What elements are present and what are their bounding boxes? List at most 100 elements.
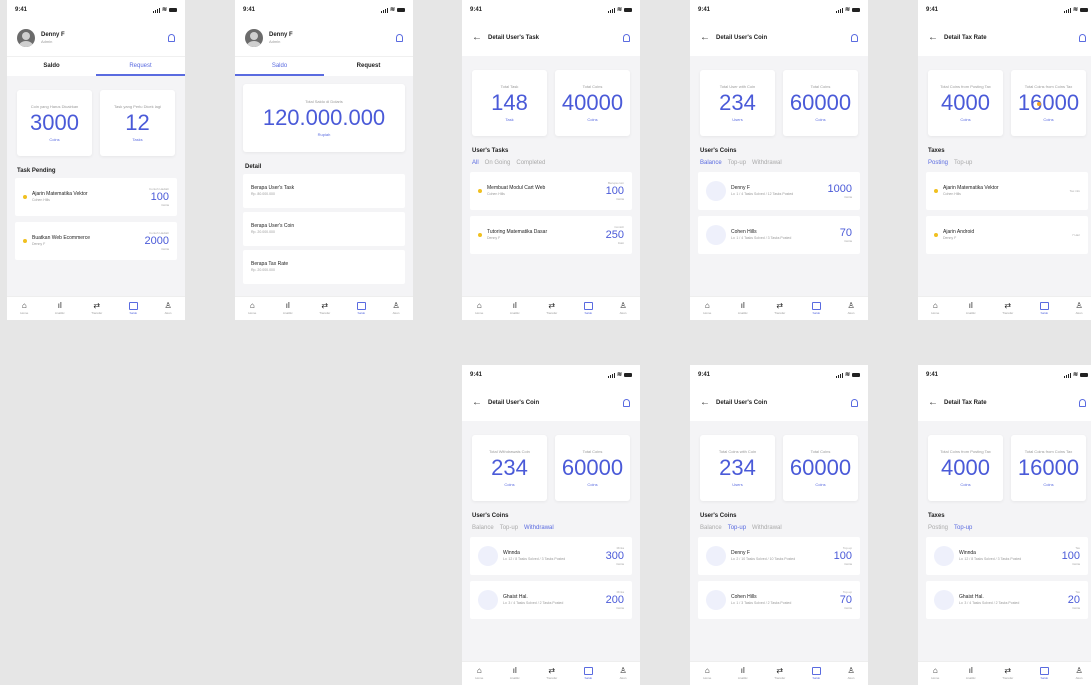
list-item[interactable]: Tutoring Matematika Dasar Denny F Contoh…	[470, 216, 632, 254]
nav-transfer[interactable]: ⇄ Transfer	[91, 301, 102, 316]
filter-withdrawal[interactable]: Withdrawal	[752, 160, 782, 166]
tab-saldo[interactable]: Saldo	[235, 57, 324, 76]
list-item[interactable]: Cohen Hills Lv. 1 / 3 Tasks Solved / 2 T…	[698, 581, 860, 619]
filter-top-up[interactable]: Top-up	[954, 525, 972, 531]
nav-akun[interactable]: ♙ Akun	[619, 667, 626, 681]
nav-saldo[interactable]: Saldo	[1039, 302, 1049, 315]
bell-icon[interactable]	[623, 34, 630, 42]
list-item[interactable]: Ajarin Matematika Vektor Cohen Hills Tax…	[926, 172, 1088, 210]
nav-home[interactable]: ⌂ Home	[475, 302, 483, 316]
filter-top-up[interactable]: Top-up	[500, 525, 518, 531]
list-item[interactable]: Ghaist Hal. Lv. 3 / 4 Tasks Solved / 2 T…	[926, 581, 1088, 619]
nav-transfer[interactable]: ⇄ Transfer	[774, 667, 785, 681]
nav-akun[interactable]: ♙ Akun	[847, 301, 855, 316]
nav-saldo[interactable]: Saldo	[583, 667, 593, 680]
nav-saldo[interactable]: Saldo	[356, 302, 366, 315]
bell-icon[interactable]	[623, 399, 630, 407]
nav-analitic[interactable]: ıl Analitic	[510, 302, 520, 316]
bell-icon[interactable]	[851, 34, 858, 42]
filter-withdrawal[interactable]: Withdrawal	[524, 525, 554, 531]
list-item[interactable]: Berapa User's Coin Rp. 20.000.000	[243, 212, 405, 246]
nav-home[interactable]: ⌂ Home	[703, 667, 711, 681]
filter-top-up[interactable]: Top-up	[954, 160, 972, 166]
user-icon: ♙	[847, 301, 855, 310]
list-item[interactable]: Membuat Modul Cart Web Cohen Hills Berup…	[470, 172, 632, 210]
nav-saldo[interactable]: Saldo	[811, 302, 821, 315]
back-arrow-icon[interactable]: ←	[472, 398, 482, 408]
back-arrow-icon[interactable]: ←	[472, 33, 482, 43]
nav-transfer[interactable]: ⇄ Transfer	[1002, 301, 1013, 316]
filter-balance[interactable]: Balance	[700, 525, 722, 531]
tab-request[interactable]: Request	[96, 57, 185, 76]
list-item[interactable]: Berapa User's Task Rp. 80.000.000	[243, 174, 405, 208]
bell-icon[interactable]	[1079, 399, 1086, 407]
back-arrow-icon[interactable]: ←	[928, 398, 938, 408]
avatar[interactable]	[245, 29, 263, 47]
bell-icon[interactable]	[396, 34, 403, 42]
list-item[interactable]: Winnda Lv. 12 / 8 Tasks Solved / 3 Tasks…	[470, 537, 632, 575]
bell-icon[interactable]	[168, 34, 175, 42]
item-sub: Rp. 80.000.000	[251, 191, 275, 196]
list-item[interactable]: Ghaist Hal. Lv. 3 / 4 Tasks Solved / 2 T…	[470, 581, 632, 619]
filter-posting[interactable]: Posting	[928, 160, 948, 166]
bell-icon[interactable]	[851, 399, 858, 407]
nav-transfer[interactable]: ⇄ Transfer	[319, 302, 330, 316]
nav-analitic[interactable]: ıl Analitic	[283, 302, 293, 316]
filter-completed[interactable]: Completed	[516, 160, 545, 166]
back-arrow-icon[interactable]: ←	[700, 398, 710, 408]
nav-analitic[interactable]: ıl Analitic	[966, 667, 976, 681]
list-item[interactable]: Buatkan Web Ecommerce Denny F Contoh Had…	[15, 222, 177, 260]
filter-balance[interactable]: Balance	[472, 525, 494, 531]
nav-akun[interactable]: ♙ Akun	[619, 302, 626, 316]
list-item[interactable]: Ajarin Android Denny F 7 Hari	[926, 216, 1088, 254]
nav-saldo[interactable]: Saldo	[128, 302, 138, 315]
nav-akun[interactable]: ♙ Akun	[392, 302, 399, 316]
back-arrow-icon[interactable]: ←	[928, 33, 938, 43]
nav-transfer[interactable]: ⇄ Transfer	[546, 302, 557, 316]
user-icon: ♙	[1075, 666, 1083, 675]
filter-all[interactable]: All	[472, 160, 479, 166]
list-item[interactable]: Ajarin Matematika Vektor Cohen Hills Con…	[15, 178, 177, 216]
list-item[interactable]: Cohen Hills Lv. 1 / 4 Tasks Solved / 3 T…	[698, 216, 860, 254]
nav-analitic[interactable]: ıl Analitic	[966, 302, 976, 316]
stat-unit: Coins	[815, 117, 826, 123]
transfer-icon: ⇄	[93, 301, 101, 310]
transfer-icon: ⇄	[1004, 301, 1012, 310]
nav-home[interactable]: ⌂ Home	[20, 302, 28, 316]
list-item[interactable]: Berapa Tax Rate Rp. 20.000.000	[243, 250, 405, 284]
nav-transfer[interactable]: ⇄ Transfer	[774, 301, 785, 316]
nav-analitic[interactable]: ıl Analitic	[510, 667, 520, 681]
avatar[interactable]	[17, 29, 35, 47]
nav-saldo[interactable]: Saldo	[1039, 667, 1049, 680]
filter-posting[interactable]: Posting	[928, 525, 948, 531]
nav-home[interactable]: ⌂ Home	[931, 302, 939, 316]
tab-request[interactable]: Request	[324, 57, 413, 76]
nav-transfer[interactable]: ⇄ Transfer	[546, 667, 557, 681]
nav-analitic[interactable]: ıl Analitic	[55, 302, 65, 316]
transfer-icon: ⇄	[776, 301, 784, 310]
filter-withdrawal[interactable]: Withdrawal	[752, 525, 782, 531]
filter-top-up[interactable]: Top-up	[728, 525, 746, 531]
nav-home[interactable]: ⌂ Home	[703, 302, 711, 316]
nav-home[interactable]: ⌂ Home	[931, 667, 939, 681]
nav-home[interactable]: ⌂ Home	[248, 302, 256, 316]
list-item[interactable]: Denny F Lv. 1 / 4 Tasks Solved / 12 Task…	[698, 172, 860, 210]
filter-balance[interactable]: Balance	[700, 160, 722, 166]
nav-saldo[interactable]: Saldo	[811, 667, 821, 680]
nav-transfer[interactable]: ⇄ Transfer	[1002, 667, 1013, 681]
filter-top-up[interactable]: Top-up	[728, 160, 746, 166]
nav-saldo[interactable]: Saldo	[583, 302, 593, 315]
nav-analitic[interactable]: ıl Analitic	[738, 667, 748, 681]
nav-akun[interactable]: ♙ Akun	[164, 302, 171, 316]
bell-icon[interactable]	[1079, 34, 1086, 42]
nav-akun[interactable]: ♙ Akun	[1075, 302, 1082, 316]
list-item[interactable]: Winnda Lv. 12 / 8 Tasks Solved / 3 Tasks…	[926, 537, 1088, 575]
nav-analitic[interactable]: ıl Analitic	[738, 302, 748, 316]
nav-home[interactable]: ⌂ Home	[475, 667, 483, 681]
nav-akun[interactable]: ♙ Akun	[847, 667, 854, 681]
tab-saldo[interactable]: Saldo	[7, 57, 96, 76]
list-item[interactable]: Denny F Lv. 2 / 10 Tasks Solved / 10 Tas…	[698, 537, 860, 575]
back-arrow-icon[interactable]: ←	[700, 33, 710, 43]
nav-akun[interactable]: ♙ Akun	[1075, 666, 1083, 681]
filter-on-going[interactable]: On Going	[485, 160, 511, 166]
